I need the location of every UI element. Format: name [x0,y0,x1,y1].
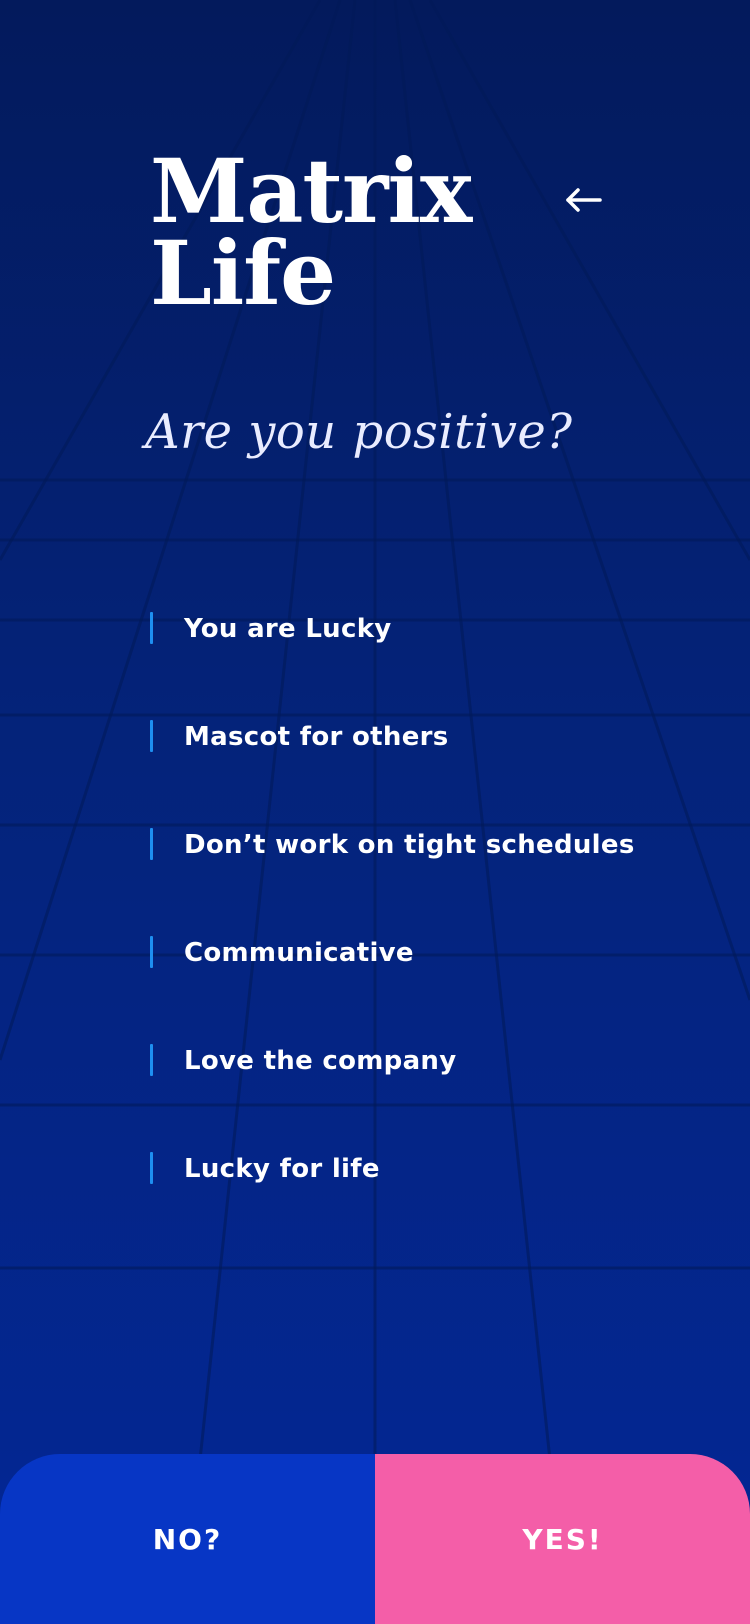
trait-label: Communicative [184,938,414,968]
accent-bar [150,612,153,644]
accent-bar [150,1044,153,1076]
list-item: Love the company [150,1042,670,1150]
accent-bar [150,1152,153,1184]
trait-label: Don’t work on tight schedules [184,830,635,860]
no-button[interactable]: NO? [0,1454,375,1624]
question-heading: Are you positive? [145,404,573,460]
accent-bar [150,936,153,968]
title-line-2: Life [150,221,336,325]
yes-button[interactable]: YES! [375,1454,750,1624]
accent-bar [150,828,153,860]
list-item: Lucky for life [150,1150,670,1258]
app-screen: Matrix Life Are you positive? You are Lu… [0,0,750,1624]
page-title: Matrix Life [150,139,530,325]
accent-bar [150,720,153,752]
list-item: Mascot for others [150,718,670,826]
back-button[interactable] [560,180,608,220]
answer-bar: NO? YES! [0,1454,750,1624]
trait-label: Mascot for others [184,722,449,752]
trait-label: You are Lucky [184,614,392,644]
trait-label: Love the company [184,1046,457,1076]
arrow-left-icon [566,188,602,212]
trait-label: Lucky for life [184,1154,380,1184]
list-item: Don’t work on tight schedules [150,826,670,934]
title-line-1: Matrix [150,139,472,243]
list-item: You are Lucky [150,610,670,718]
list-item: Communicative [150,934,670,1042]
trait-list: You are Lucky Mascot for others Don’t wo… [150,610,670,1258]
